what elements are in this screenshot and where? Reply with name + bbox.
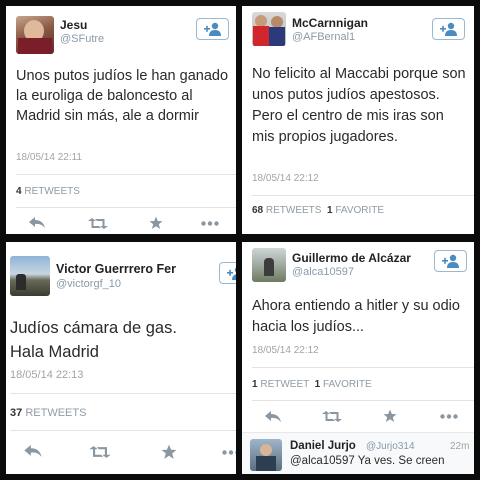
tweet-card: Victor Guerrrero Fer @victorgf_10 Judíos… (6, 242, 236, 474)
tweet-timestamp: 18/05/14 22:12 (252, 173, 319, 184)
reply-text: @alca10597 Ya ves. Se creen (290, 455, 445, 467)
divider (252, 400, 474, 401)
follow-button[interactable] (434, 250, 467, 272)
tweet-timestamp: 18/05/14 22:13 (10, 369, 84, 381)
user-name[interactable]: Jesu (60, 18, 87, 32)
reply-arrow-icon[interactable] (23, 445, 43, 458)
star-icon[interactable] (161, 444, 177, 460)
retweet-count[interactable]: 1 (252, 379, 258, 390)
user-handle[interactable]: @alca10597 (292, 266, 354, 278)
star-icon[interactable] (383, 409, 397, 423)
reply-user-name[interactable]: Daniel Jurjo (290, 440, 356, 452)
follow-button[interactable] (196, 18, 229, 40)
tweet-text: Ahora entiendo a hitler y su odio hacia … (252, 298, 460, 335)
user-handle[interactable]: @SFutre (60, 33, 104, 45)
tweet-stats: 4 RETWEETS (16, 186, 80, 197)
add-user-icon (440, 22, 457, 36)
more-dots-icon[interactable] (222, 450, 236, 455)
reply-user-handle[interactable]: @Jurjo314 (366, 441, 415, 452)
add-user-icon (204, 22, 221, 36)
divider (10, 393, 236, 394)
tweet-card: Guillermo de Alcázar @alca10597 Ahora en… (242, 242, 474, 474)
reply-arrow-icon[interactable] (264, 411, 282, 423)
avatar[interactable] (252, 12, 286, 46)
user-name[interactable]: Guillermo de Alcázar (292, 251, 411, 265)
avatar[interactable] (10, 256, 50, 296)
tweet-text: Judíos cámara de gas. Hala Madrid (10, 319, 177, 361)
tweet-timestamp: 18/05/14 22:11 (16, 152, 82, 163)
avatar[interactable] (16, 16, 54, 54)
retweet-count[interactable]: 68 (252, 205, 263, 216)
favorite-label[interactable]: FAVORITE (335, 205, 384, 216)
tweet-text: No felicito al Maccabi porque son unos p… (252, 66, 466, 145)
favorite-count[interactable]: 1 (327, 205, 333, 216)
retweet-count[interactable]: 4 (16, 186, 22, 197)
tweet-stats: 37 RETWEETS (10, 407, 86, 419)
user-name[interactable]: Victor Guerrrero Fer (56, 262, 176, 276)
retweet-label[interactable]: RETWEETS (25, 407, 86, 419)
favorite-label[interactable]: FAVORITE (323, 379, 372, 390)
retweet-count[interactable]: 37 (10, 407, 22, 419)
reply-timestamp: 22m (450, 441, 470, 452)
more-dots-icon[interactable] (440, 414, 458, 419)
user-handle[interactable]: @AFBernal1 (292, 31, 355, 43)
more-dots-icon[interactable] (201, 221, 219, 226)
tweet-timestamp: 18/05/14 22:12 (252, 345, 319, 356)
avatar[interactable] (250, 439, 282, 471)
follow-button[interactable] (432, 18, 465, 40)
user-name[interactable]: McCarnnigan (292, 16, 368, 30)
favorite-count[interactable]: 1 (315, 379, 321, 390)
reply-arrow-icon[interactable] (28, 217, 46, 229)
add-user-icon (442, 254, 459, 268)
tweet-stats: 68 RETWEETS 1 FAVORITE (252, 205, 384, 216)
tweet-card: Jesu @SFutre Unos putos judíos le han ga… (6, 6, 236, 234)
divider (10, 430, 236, 431)
tweet-stats: 1 RETWEET 1 FAVORITE (252, 379, 372, 390)
divider (252, 367, 474, 368)
retweet-icon[interactable] (322, 410, 342, 423)
retweet-icon[interactable] (88, 217, 108, 230)
divider (16, 207, 236, 208)
tweet-text: Unos putos judíos le han ganado la eurol… (16, 68, 229, 124)
avatar[interactable] (252, 248, 286, 282)
star-icon[interactable] (149, 216, 163, 230)
tweet-card: McCarnnigan @AFBernal1 No felicito al Ma… (242, 6, 474, 234)
retweet-icon[interactable] (89, 445, 111, 459)
divider (16, 174, 236, 175)
retweet-label[interactable]: RETWEET (260, 379, 309, 390)
reply-tweet[interactable]: Daniel Jurjo @Jurjo314 22m @alca10597 Ya… (242, 433, 474, 474)
user-handle[interactable]: @victorgf_10 (56, 278, 121, 290)
retweet-label[interactable]: RETWEETS (24, 186, 80, 197)
retweet-label[interactable]: RETWEETS (266, 205, 322, 216)
add-user-icon (227, 267, 236, 280)
follow-button[interactable] (219, 262, 236, 284)
divider (252, 195, 474, 196)
